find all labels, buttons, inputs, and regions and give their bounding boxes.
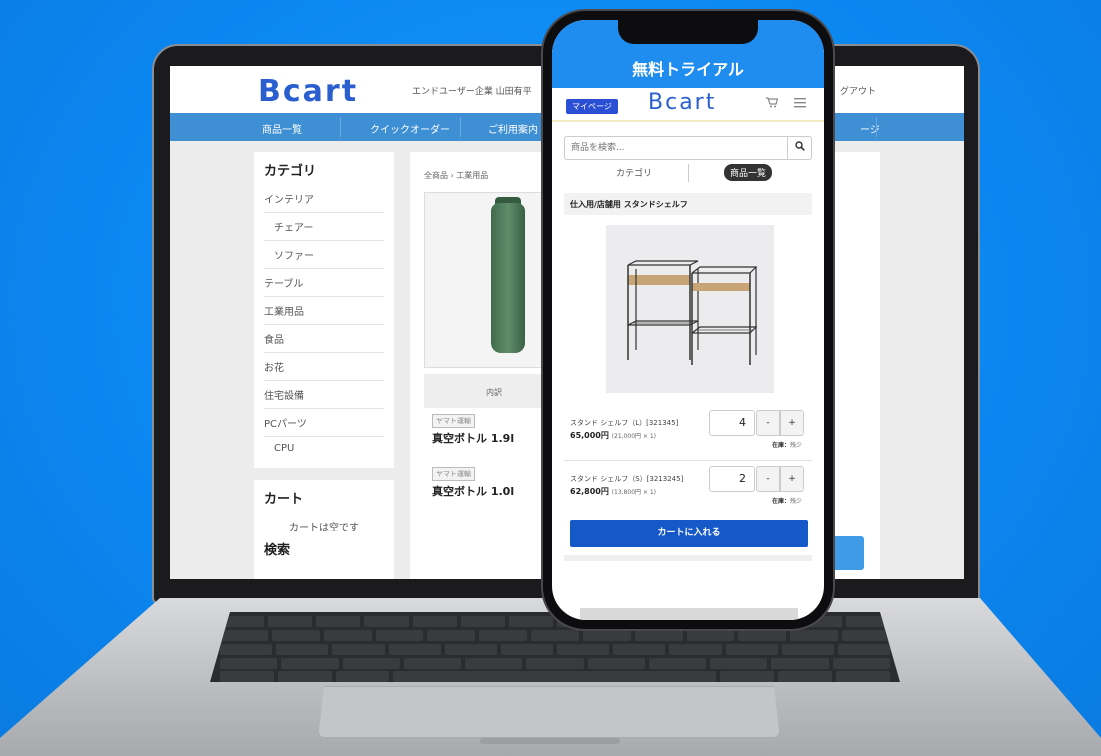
product-image[interactable]: [424, 192, 542, 368]
tab-category[interactable]: カテゴリ: [616, 166, 652, 179]
bottom-divider: [564, 555, 812, 561]
search-input[interactable]: [565, 137, 787, 159]
variant-price: 62,800円 (13,800円 × 1): [570, 487, 657, 496]
shelf-illustration: [606, 225, 774, 393]
quantity-minus-button[interactable]: -: [756, 410, 780, 436]
variant-row: スタンド シェルフ（L）[321345] 65,000円 (21,000円 × …: [564, 410, 812, 458]
search-title: 検索: [264, 543, 291, 558]
list-item[interactable]: ヤマト運輸 真空ボトル 1.0l: [432, 467, 514, 499]
quantity-plus-button[interactable]: +: [780, 410, 804, 436]
search-button[interactable]: [787, 137, 811, 159]
phone-header: マイページ Bcart: [552, 88, 824, 122]
category-panel: カテゴリ インテリア チェアー ソファー テーブル 工業用品 食品 お花 住宅設…: [254, 152, 394, 468]
phone-tabs: カテゴリ 商品一覧: [564, 164, 812, 184]
variant-price: 65,000円 (21,000円 × 1): [570, 431, 657, 440]
search-panel: 検索: [254, 531, 394, 579]
product-image[interactable]: [606, 225, 774, 393]
search-bar: [564, 136, 812, 160]
phone-screen: 無料トライアル マイページ Bcart カテゴリ 商品一覧 仕入用/店舗用 スタ…: [552, 20, 824, 620]
stock-status: 在庫：残少: [772, 498, 803, 505]
shipping-tag: ヤマト運輸: [432, 414, 475, 428]
shipping-tag: ヤマト運輸: [432, 467, 475, 481]
quantity-input[interactable]: 2: [709, 466, 755, 492]
footer-block: [580, 608, 798, 620]
nav-item-guide[interactable]: ご利用案内: [488, 121, 538, 136]
list-item[interactable]: ヤマト運輸 真空ボトル 1.9l: [432, 414, 514, 446]
nav-item-quick-order[interactable]: クイックオーダー: [370, 121, 450, 136]
add-to-cart-button[interactable]: カートに入れる: [570, 520, 808, 547]
category-item[interactable]: 食品: [264, 325, 384, 353]
phone-logo[interactable]: Bcart: [648, 90, 716, 115]
category-item[interactable]: テーブル: [264, 269, 384, 297]
quantity-minus-button[interactable]: -: [756, 466, 780, 492]
category-title: カテゴリ: [264, 164, 317, 179]
search-icon: [794, 141, 805, 151]
cart-title: カート: [264, 492, 304, 507]
product-title: 仕入用/店舗用 スタンドシェルフ: [564, 193, 812, 215]
row-divider: [564, 460, 812, 461]
nav-divider: [460, 117, 461, 137]
quantity-input[interactable]: 4: [709, 410, 755, 436]
quantity-plus-button[interactable]: +: [780, 466, 804, 492]
variant-name: スタンド シェルフ（S）[3213245]: [570, 475, 684, 483]
product-name[interactable]: 真空ボトル 1.0l: [432, 483, 514, 499]
category-item[interactable]: CPU: [264, 437, 384, 460]
desktop-logo[interactable]: Bcart: [258, 74, 358, 109]
category-item[interactable]: チェアー: [264, 213, 384, 241]
desktop-header-user: エンドユーザー企業 山田有平: [412, 87, 532, 97]
desktop-sidebar: カテゴリ インテリア チェアー ソファー テーブル 工業用品 食品 お花 住宅設…: [254, 152, 394, 558]
category-item[interactable]: ソファー: [264, 241, 384, 269]
nav-item-products[interactable]: 商品一覧: [262, 121, 302, 136]
thermos-bottle: [491, 203, 525, 353]
mypage-button[interactable]: マイページ: [566, 99, 618, 114]
category-item[interactable]: 住宅設備: [264, 381, 384, 409]
category-item[interactable]: PCパーツ: [264, 409, 384, 437]
nav-divider: [876, 117, 877, 137]
category-item[interactable]: インテリア: [264, 185, 384, 213]
cart-icon[interactable]: [766, 97, 779, 111]
category-item[interactable]: お花: [264, 353, 384, 381]
product-name[interactable]: 真空ボトル 1.9l: [432, 430, 514, 446]
stock-status: 在庫：残少: [772, 442, 803, 449]
variant-row: スタンド シェルフ（S）[3213245] 62,800円 (13,800円 ×…: [564, 466, 812, 514]
variant-name: スタンド シェルフ（L）[321345]: [570, 419, 679, 427]
tab-products[interactable]: 商品一覧: [724, 164, 773, 181]
phone-notch: [618, 18, 758, 44]
menu-icon[interactable]: [794, 94, 806, 112]
trackpad: [318, 686, 780, 738]
category-item[interactable]: 工業用品: [264, 297, 384, 325]
breadcrumb[interactable]: 全商品 › 工業用品: [424, 170, 488, 181]
laptop-notch: [480, 738, 620, 744]
tab-divider: [688, 164, 689, 182]
nav-divider: [340, 117, 341, 137]
logout-link[interactable]: グアウト: [840, 84, 876, 97]
